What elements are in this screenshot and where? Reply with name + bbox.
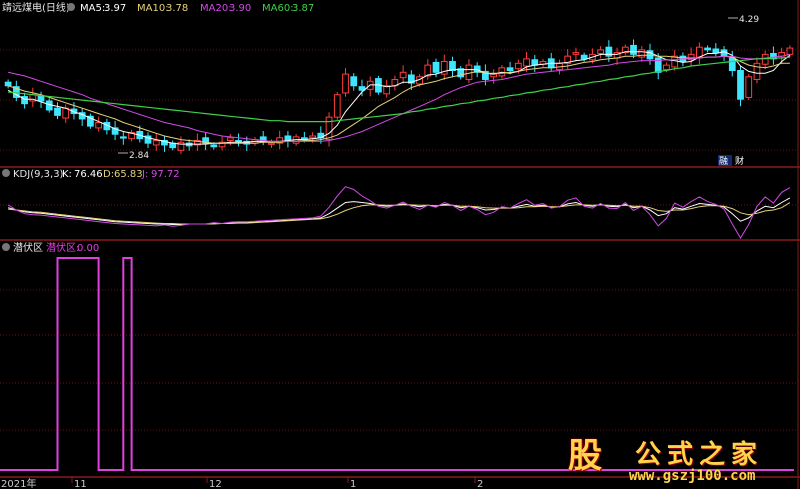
kline-header: 靖远煤电(日线) MA5: 3.97 MA10: 3.78 MA20: 3.90… [2, 1, 314, 14]
ma-settings-icon[interactable] [67, 3, 75, 11]
series-line-ma10 [7, 54, 790, 144]
candle [745, 76, 753, 98]
qfq-header: 潜伏区 潜伏区: 0.00 [2, 241, 99, 254]
kdj-header: KDJ(9,3,3) K: 76.46 D: 65.83 J: 97.72 [2, 169, 180, 180]
candle [432, 61, 440, 73]
candle [737, 70, 744, 100]
x-tick-label: 12 [209, 479, 222, 489]
candle [704, 47, 711, 51]
kdj-j-value: 97.72 [151, 169, 180, 180]
candle [506, 67, 514, 72]
candle [350, 76, 358, 87]
candle [712, 48, 720, 54]
margin-tag[interactable]: 融 [719, 156, 728, 167]
x-axis: 2021年 11 12 1 2 [1, 477, 483, 489]
series-line-kdj-j [7, 186, 791, 239]
kdj-j-label: J: [141, 169, 148, 180]
qfq-series-value: 0.00 [77, 243, 99, 254]
candle [514, 62, 522, 70]
kdj-d-value: 65.83 [114, 169, 143, 180]
candle [309, 135, 316, 139]
candle [630, 44, 637, 55]
kdj-k-value: 76.46 [74, 169, 103, 180]
kdj-k-label: K: [62, 169, 72, 180]
ma5-label: MA5: [80, 3, 105, 14]
candle [95, 122, 103, 129]
candle [226, 137, 234, 141]
kdj-name: KDJ(9,3,3) [13, 169, 64, 180]
candle [152, 139, 160, 146]
candle [210, 144, 218, 148]
finance-tag[interactable]: 财 [735, 155, 744, 167]
candle [37, 96, 45, 102]
watermark-logo: 股 [568, 436, 602, 476]
candle [54, 107, 61, 116]
ma60-label: MA60: [262, 3, 294, 14]
qfq-name: 潜伏区 [13, 241, 43, 254]
x-tick-label: 2 [477, 479, 483, 489]
candle [597, 49, 604, 54]
series-line-kdj-k [7, 197, 791, 225]
ma10-label: MA10: [137, 3, 169, 14]
candle [399, 71, 407, 79]
x-tick-label: 2021年 [1, 477, 36, 489]
ma60-value: 3.87 [292, 3, 314, 14]
candle [119, 136, 127, 139]
ma5-value: 3.97 [104, 3, 126, 14]
qfq-series-label: 潜伏区: [46, 241, 79, 254]
stock-chart: 靖远煤电(日线) MA5: 3.97 MA10: 3.78 MA20: 3.90… [0, 0, 800, 489]
ma20-label: MA20: [200, 3, 232, 14]
candle [342, 73, 349, 94]
candle [695, 46, 703, 58]
candle [786, 47, 794, 55]
candle [4, 81, 12, 87]
stock-name: 靖远煤电(日线) [2, 1, 70, 14]
candle [523, 58, 530, 67]
qfq-settings-icon[interactable] [2, 243, 10, 251]
high-annotation: 4.29 [739, 15, 759, 25]
series-line-ma20 [7, 53, 791, 142]
x-tick-label: 11 [74, 479, 87, 489]
kdj-panel [7, 186, 791, 239]
low-annotation: 2.84 [129, 151, 149, 161]
x-tick-label: 1 [350, 479, 356, 489]
candle [300, 137, 308, 140]
kdj-settings-icon[interactable] [2, 169, 10, 177]
candle [325, 116, 333, 141]
candle [333, 94, 341, 118]
candle [580, 54, 588, 60]
candle [62, 107, 70, 119]
watermark-url: www.gszj100.com [629, 468, 756, 484]
candle [753, 62, 761, 80]
candle [235, 139, 242, 143]
candle [572, 52, 580, 55]
kdj-d-label: D: [103, 169, 114, 180]
candle [268, 142, 275, 145]
watermark-title: 公式之家 [635, 440, 764, 470]
ma20-value: 3.90 [229, 3, 251, 14]
ma10-value: 3.78 [166, 3, 188, 14]
watermark: 股 公式之家 www.gszj100.com [555, 432, 800, 489]
candle [531, 59, 539, 66]
candle [728, 57, 736, 72]
candle [663, 64, 670, 71]
